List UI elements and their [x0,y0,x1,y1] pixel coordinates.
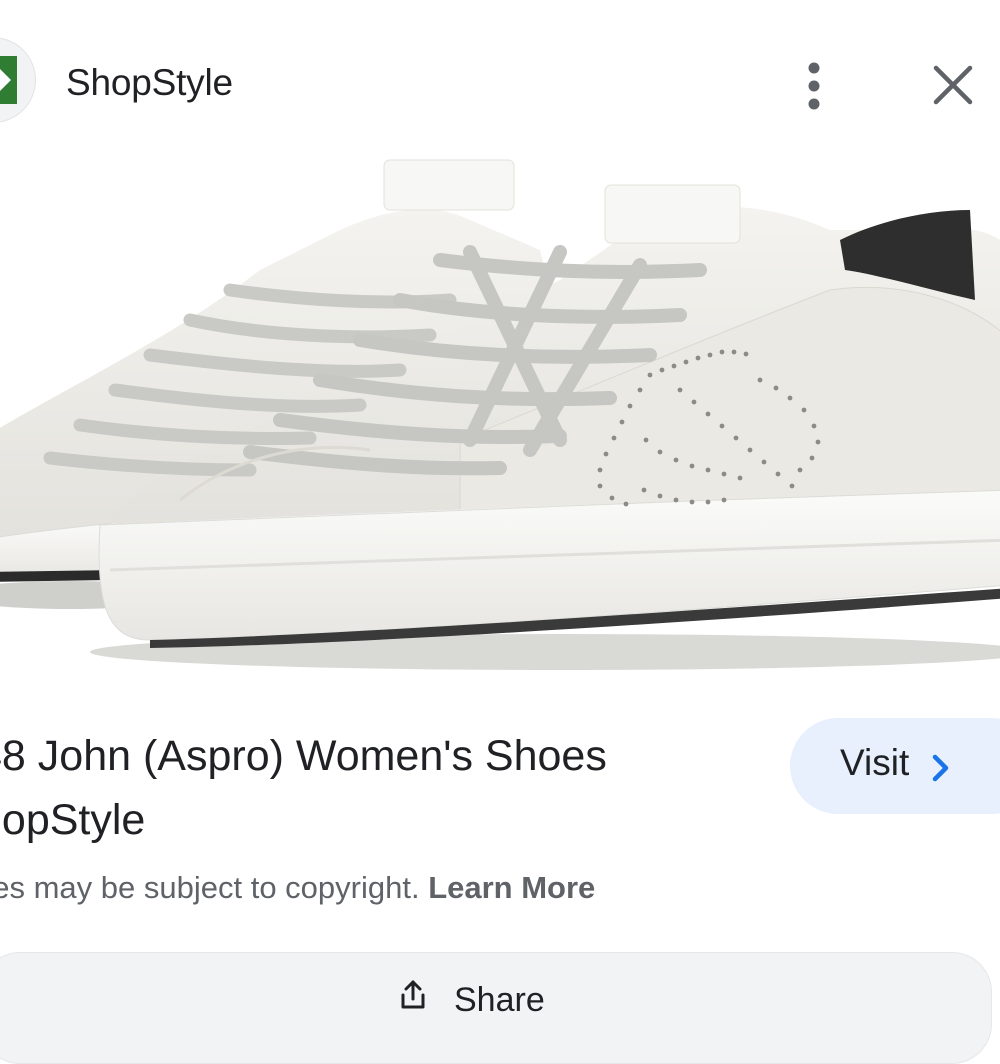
white-leather-sneakers-image [0,159,1000,670]
more-options-button[interactable] [792,56,836,116]
share-button-label: Share [454,981,545,1019]
copyright-notice-text: ges may be subject to copyright. [0,870,420,905]
chevron-right-icon [932,754,949,782]
site-logo[interactable] [0,37,36,123]
copyright-notice: ges may be subject to copyright. Learn M… [0,870,595,906]
learn-more-link[interactable]: Learn More [428,870,595,905]
shopstyle-logo-icon [0,56,17,104]
share-button[interactable]: Share [0,952,992,1064]
visit-button[interactable]: Visit [790,718,1000,814]
product-title[interactable]: 48 John (Aspro) Women's Shoes hopStyle [0,724,748,852]
product-title-line-2: hopStyle [0,796,146,844]
site-name[interactable]: ShopStyle [66,62,233,104]
visit-button-label: Visit [840,742,910,783]
more-vertical-icon [808,62,820,110]
close-button[interactable] [922,54,984,116]
product-image[interactable] [0,140,1000,700]
product-title-line-1: 48 John (Aspro) Women's Shoes [0,732,607,780]
share-icon [401,980,425,1009]
close-icon [933,65,973,105]
